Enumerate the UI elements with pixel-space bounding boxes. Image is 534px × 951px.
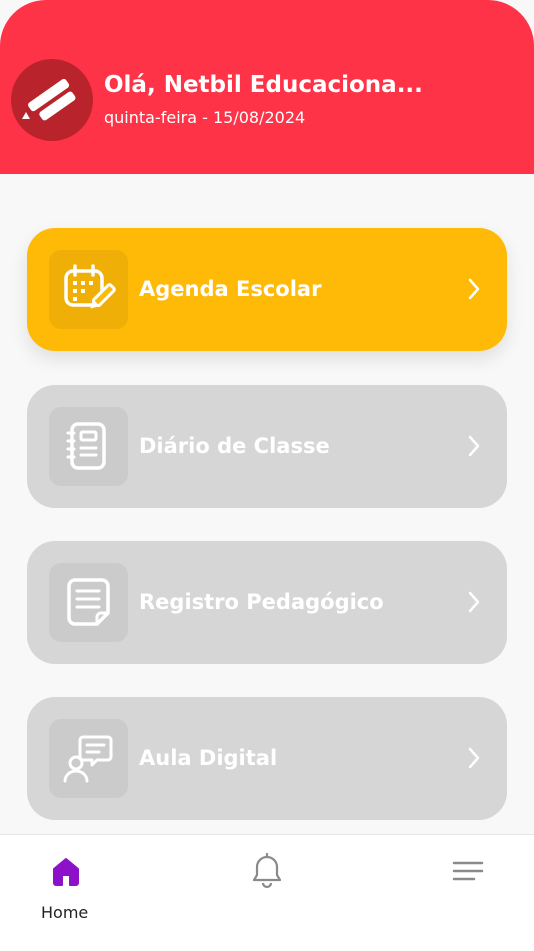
menu-card-agenda-escolar[interactable]: Agenda Escolar xyxy=(27,228,507,351)
bottom-navigation: Home xyxy=(0,834,534,951)
nav-home-label: Home xyxy=(41,903,89,922)
notebook-icon xyxy=(49,407,128,486)
menu-card-label: Diário de Classe xyxy=(139,434,330,458)
menu-card-label: Agenda Escolar xyxy=(139,277,322,301)
hamburger-menu-icon xyxy=(452,861,484,881)
document-icon xyxy=(49,563,128,642)
calendar-edit-icon xyxy=(49,250,128,329)
menu-card-registro-pedagogico[interactable]: Registro Pedagógico xyxy=(27,541,507,664)
menu-card-aula-digital[interactable]: Aula Digital xyxy=(27,697,507,820)
app-logo xyxy=(11,59,93,141)
eraser-pencil-logo-icon xyxy=(22,78,76,121)
menu-card-diario-de-classe[interactable]: Diário de Classe xyxy=(27,385,507,508)
menu-card-label: Aula Digital xyxy=(139,746,278,770)
bell-icon xyxy=(252,853,282,889)
greeting-title: Olá, Netbil Educaciona... xyxy=(104,72,423,98)
menu-card-label: Registro Pedagógico xyxy=(139,590,384,614)
header: Olá, Netbil Educaciona... quinta-feira -… xyxy=(0,0,534,174)
current-date: quinta-feira - 15/08/2024 xyxy=(104,108,306,127)
home-icon xyxy=(53,858,79,886)
chevron-right-icon xyxy=(467,434,481,462)
chevron-right-icon xyxy=(467,590,481,618)
chevron-right-icon xyxy=(467,746,481,774)
teacher-chat-icon xyxy=(49,719,128,798)
chevron-right-icon xyxy=(467,277,481,305)
